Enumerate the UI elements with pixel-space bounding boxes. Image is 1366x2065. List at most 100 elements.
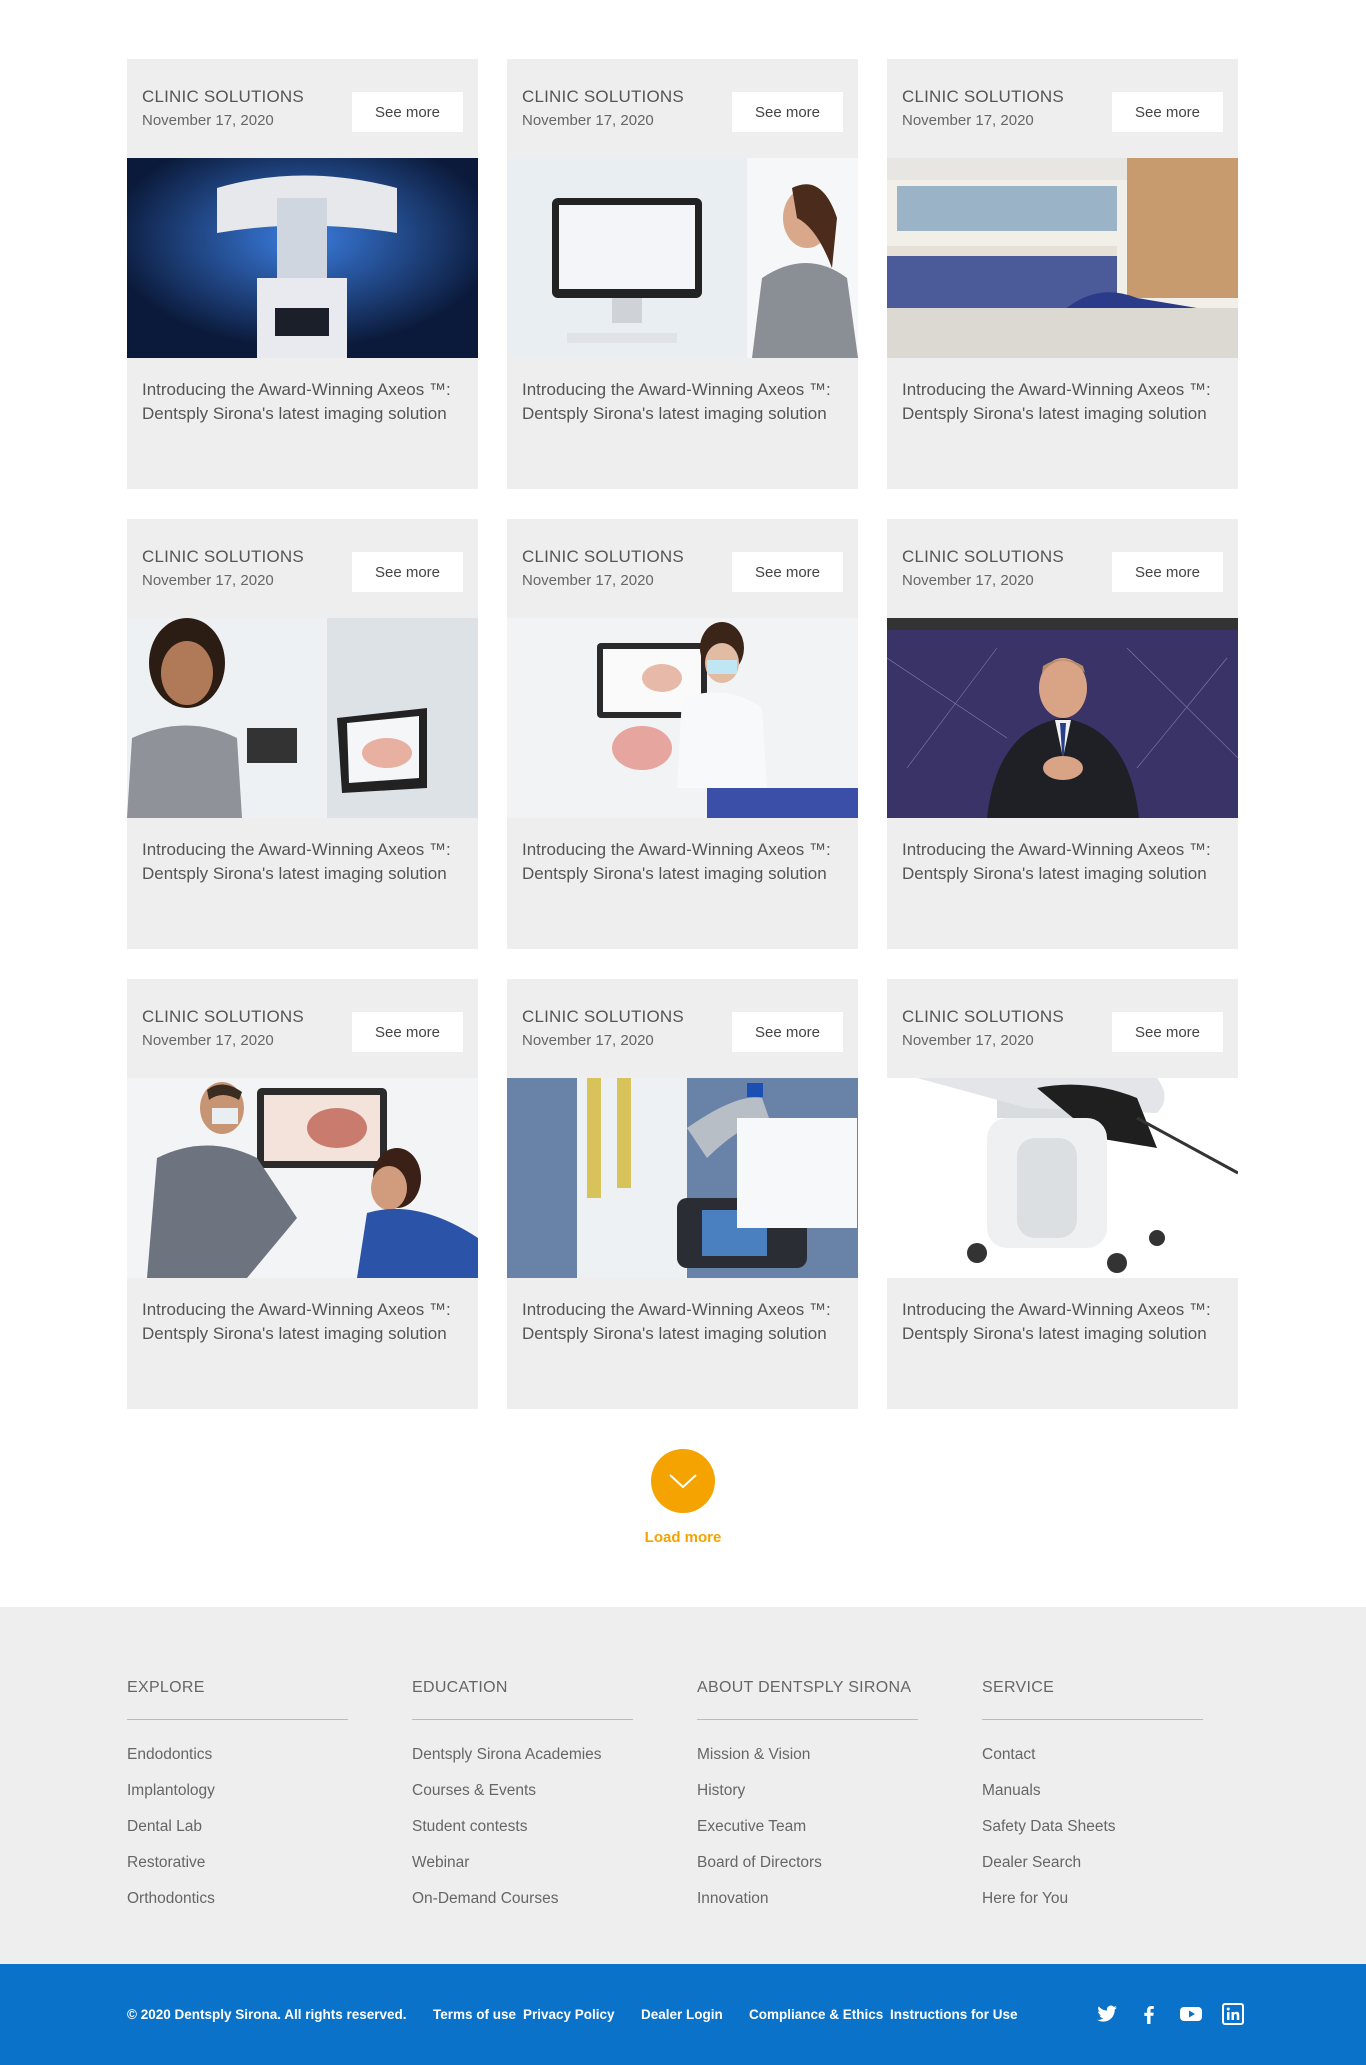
footer-link[interactable]: Dealer Search [982,1854,1203,1890]
footer-link[interactable]: Innovation [697,1890,918,1926]
footer-column-service: SERVICE Contact Manuals Safety Data Shee… [982,1679,1203,1926]
footer-heading: EDUCATION [412,1679,633,1720]
footer-link[interactable]: Here for You [982,1890,1203,1926]
card-date: November 17, 2020 [902,1032,1034,1049]
card-header: CLINIC SOLUTIONS November 17, 2020 See m… [127,519,478,618]
article-card[interactable]: CLINIC SOLUTIONS November 17, 2020 See m… [127,59,478,489]
card-category: CLINIC SOLUTIONS [142,87,304,106]
dealer-login-link[interactable]: Dealer Login [641,2007,723,2022]
card-date: November 17, 2020 [522,572,654,589]
copyright: © 2020 Dentsply Sirona. All rights reser… [127,2007,407,2022]
dental-office-image [887,158,1238,358]
article-grid-section: CLINIC SOLUTIONS November 17, 2020 See m… [0,0,1366,1607]
see-more-button[interactable]: See more [732,1012,843,1052]
card-image[interactable] [507,618,858,818]
card-header: CLINIC SOLUTIONS November 17, 2020 See m… [507,519,858,618]
card-date: November 17, 2020 [142,112,274,129]
compliance-link[interactable]: Compliance & Ethics [749,2007,883,2022]
article-card[interactable]: CLINIC SOLUTIONS November 17, 2020 See m… [887,979,1238,1409]
see-more-button[interactable]: See more [352,92,463,132]
terms-link[interactable]: Terms of use [433,2007,516,2022]
footer-heading: ABOUT DENTSPLY SIRONA [697,1679,918,1720]
footer-link[interactable]: Safety Data Sheets [982,1818,1203,1854]
card-image[interactable] [887,618,1238,818]
card-title[interactable]: Introducing the Award-Winning Axeos ™: D… [127,358,478,426]
woman-at-computer-image [507,158,858,358]
card-title[interactable]: Introducing the Award-Winning Axeos ™: D… [127,1278,478,1346]
footer-link[interactable]: Dentsply Sirona Academies [412,1746,633,1782]
card-header: CLINIC SOLUTIONS November 17, 2020 See m… [507,59,858,158]
card-title[interactable]: Introducing the Award-Winning Axeos ™: D… [507,818,858,886]
footer-link[interactable]: Restorative [127,1854,348,1890]
article-card[interactable]: CLINIC SOLUTIONS November 17, 2020 See m… [507,59,858,489]
see-more-button[interactable]: See more [1112,92,1223,132]
card-title[interactable]: Introducing the Award-Winning Axeos ™: D… [507,358,858,426]
see-more-button[interactable]: See more [1112,552,1223,592]
card-date: November 17, 2020 [522,1032,654,1049]
card-image[interactable] [887,158,1238,358]
woman-with-scanner-screen-image [127,618,478,818]
card-date: November 17, 2020 [142,1032,274,1049]
card-date: November 17, 2020 [902,112,1034,129]
article-card[interactable]: CLINIC SOLUTIONS November 17, 2020 See m… [127,519,478,949]
card-title[interactable]: Introducing the Award-Winning Axeos ™: D… [507,1278,858,1346]
article-card[interactable]: CLINIC SOLUTIONS November 17, 2020 See m… [887,519,1238,949]
card-date: November 17, 2020 [142,572,274,589]
card-category: CLINIC SOLUTIONS [142,547,304,566]
article-card[interactable]: CLINIC SOLUTIONS November 17, 2020 See m… [127,979,478,1409]
see-more-button[interactable]: See more [352,552,463,592]
card-image[interactable] [507,1078,858,1278]
load-more: Load more [0,1449,1366,1546]
see-more-button[interactable]: See more [1112,1012,1223,1052]
card-image[interactable] [507,158,858,358]
card-image[interactable] [887,1078,1238,1278]
footer-link[interactable]: Student contests [412,1818,633,1854]
footer-link[interactable]: Webinar [412,1854,633,1890]
see-more-button[interactable]: See more [732,552,843,592]
footer-column-about: ABOUT DENTSPLY SIRONA Mission & Vision H… [697,1679,918,1926]
load-more-label[interactable]: Load more [0,1529,1366,1546]
footer-link[interactable]: Board of Directors [697,1854,918,1890]
card-title[interactable]: Introducing the Award-Winning Axeos ™: D… [887,1278,1238,1346]
footer-heading: SERVICE [982,1679,1203,1720]
footer-link[interactable]: On-Demand Courses [412,1890,633,1926]
footer-link[interactable]: Dental Lab [127,1818,348,1854]
chevron-down-icon [669,1474,697,1489]
youtube-icon[interactable] [1179,2002,1203,2026]
card-image[interactable] [127,1078,478,1278]
card-category: CLINIC SOLUTIONS [902,547,1064,566]
article-card[interactable]: CLINIC SOLUTIONS November 17, 2020 See m… [887,59,1238,489]
card-image[interactable] [127,618,478,818]
footer-link[interactable]: Manuals [982,1782,1203,1818]
see-more-button[interactable]: See more [352,1012,463,1052]
card-category: CLINIC SOLUTIONS [142,1007,304,1026]
card-category: CLINIC SOLUTIONS [902,87,1064,106]
footer-link[interactable]: Orthodontics [127,1890,348,1926]
card-header: CLINIC SOLUTIONS November 17, 2020 See m… [887,59,1238,158]
footer-column-education: EDUCATION Dentsply Sirona Academies Cour… [412,1679,633,1926]
footer-link[interactable]: Mission & Vision [697,1746,918,1782]
footer-link[interactable]: Courses & Events [412,1782,633,1818]
twitter-icon[interactable] [1095,2002,1119,2026]
footer-link[interactable]: Endodontics [127,1746,348,1782]
card-title[interactable]: Introducing the Award-Winning Axeos ™: D… [887,358,1238,426]
footer-link[interactable]: Implantology [127,1782,348,1818]
see-more-button[interactable]: See more [732,92,843,132]
footer-link[interactable]: History [697,1782,918,1818]
linkedin-icon[interactable] [1221,2002,1245,2026]
instructions-link[interactable]: Instructions for Use [890,2007,1018,2022]
footer-link[interactable]: Executive Team [697,1818,918,1854]
card-title[interactable]: Introducing the Award-Winning Axeos ™: D… [127,818,478,886]
card-category: CLINIC SOLUTIONS [522,87,684,106]
card-header: CLINIC SOLUTIONS November 17, 2020 See m… [887,519,1238,618]
footer-link[interactable]: Contact [982,1746,1203,1782]
article-card[interactable]: CLINIC SOLUTIONS November 17, 2020 See m… [507,979,858,1409]
privacy-link[interactable]: Privacy Policy [523,2007,615,2022]
card-title[interactable]: Introducing the Award-Winning Axeos ™: D… [887,818,1238,886]
card-header: CLINIC SOLUTIONS November 17, 2020 See m… [127,979,478,1078]
article-grid: CLINIC SOLUTIONS November 17, 2020 See m… [127,59,1239,1409]
card-image[interactable] [127,158,478,358]
article-card[interactable]: CLINIC SOLUTIONS November 17, 2020 See m… [507,519,858,949]
load-more-button[interactable] [651,1449,715,1513]
facebook-icon[interactable] [1137,2002,1161,2026]
